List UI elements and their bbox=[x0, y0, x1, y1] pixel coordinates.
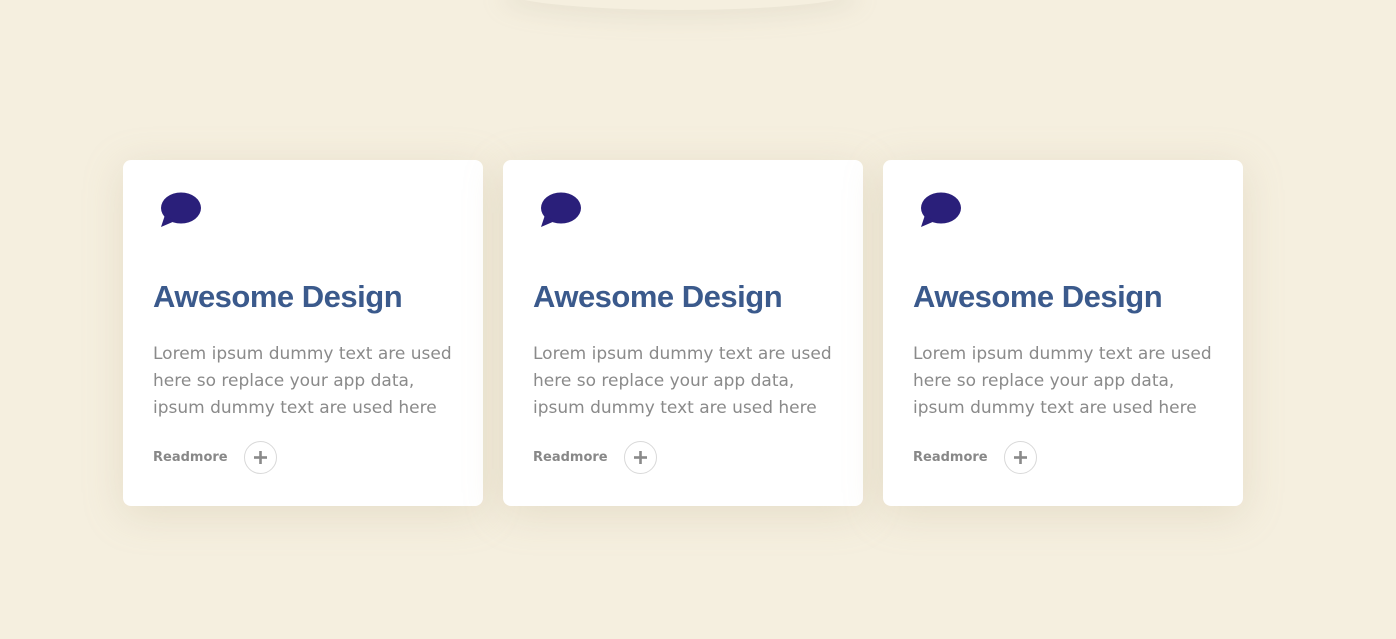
card-title: Awesome Design bbox=[533, 279, 783, 314]
chat-bubble-icon bbox=[913, 191, 1213, 231]
expand-button[interactable] bbox=[1003, 441, 1037, 474]
chat-bubble-icon bbox=[153, 191, 453, 231]
feature-card: Awesome Design Lorem ipsum dummy text ar… bbox=[123, 160, 483, 506]
card-description: Lorem ipsum dummy text are used here so … bbox=[533, 344, 832, 418]
expand-button[interactable] bbox=[623, 441, 657, 474]
feature-cards: Awesome Design Lorem ipsum dummy text ar… bbox=[123, 160, 1243, 506]
card-title: Awesome Design bbox=[913, 279, 1163, 314]
readmore-link[interactable]: Readmore bbox=[533, 450, 608, 465]
plus-icon bbox=[1013, 451, 1027, 464]
plus-icon bbox=[253, 451, 267, 464]
top-section-shadow bbox=[500, 0, 860, 10]
card-description: Lorem ipsum dummy text are used here so … bbox=[913, 344, 1212, 418]
card-footer: Readmore bbox=[913, 441, 1037, 474]
readmore-link[interactable]: Readmore bbox=[913, 450, 988, 465]
expand-button[interactable] bbox=[243, 441, 277, 474]
plus-icon bbox=[633, 451, 647, 464]
card-footer: Readmore bbox=[533, 441, 657, 474]
feature-card: Awesome Design Lorem ipsum dummy text ar… bbox=[883, 160, 1243, 506]
card-footer: Readmore bbox=[153, 441, 277, 474]
card-description: Lorem ipsum dummy text are used here so … bbox=[153, 344, 452, 418]
feature-card: Awesome Design Lorem ipsum dummy text ar… bbox=[503, 160, 863, 506]
chat-bubble-icon bbox=[533, 191, 833, 231]
readmore-link[interactable]: Readmore bbox=[153, 450, 228, 465]
card-title: Awesome Design bbox=[153, 279, 403, 314]
